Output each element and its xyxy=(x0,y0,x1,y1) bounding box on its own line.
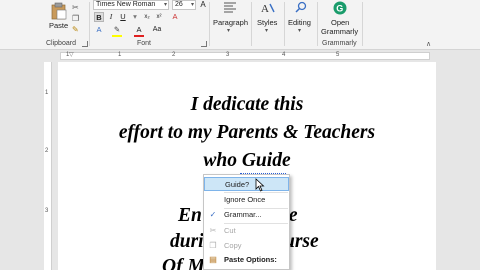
clear-formatting-icon[interactable]: A xyxy=(170,12,180,22)
chevron-down-icon: ▾ xyxy=(163,2,167,8)
open-grammarly-line1: Open xyxy=(331,18,350,27)
svg-text:G: G xyxy=(336,3,343,13)
highlight-color-bar xyxy=(112,35,122,37)
clipboard-group-label: Clipboard xyxy=(46,40,76,47)
grow-font-button[interactable]: A xyxy=(198,0,208,10)
divider xyxy=(284,2,285,46)
paragraph-button[interactable]: Paragraph ▾ xyxy=(212,0,248,38)
doc-line-5b: urse xyxy=(284,231,319,252)
format-painter-icon[interactable]: ✎ xyxy=(72,25,79,34)
ruler-number: 1 xyxy=(118,52,122,58)
font-name-value: Times New Roman xyxy=(96,1,156,8)
italic-button[interactable]: I xyxy=(106,12,116,22)
indent-marker-icon[interactable]: ▽ xyxy=(69,51,74,58)
font-name-combo[interactable]: Times New Roman ▾ xyxy=(93,0,169,10)
divider xyxy=(209,2,210,46)
paragraph-label: Paragraph xyxy=(213,18,249,27)
ruler-number: 3 xyxy=(45,208,49,214)
chevron-down-icon: ▾ xyxy=(227,28,231,34)
divider xyxy=(89,2,90,46)
copy-item[interactable]: ❐ Copy xyxy=(204,239,289,253)
styles-button[interactable]: A Styles ▾ xyxy=(254,0,282,38)
ruler-number: 4 xyxy=(282,52,286,58)
paragraph-icon xyxy=(224,2,236,13)
vertical-ruler[interactable]: 1 2 3 xyxy=(44,62,52,270)
font-size-combo[interactable]: 26 ▾ xyxy=(172,0,196,10)
change-case-icon[interactable]: Aa xyxy=(152,25,162,35)
grammarly-icon: G xyxy=(333,1,347,15)
grammarly-group-label: Grammarly xyxy=(322,40,357,47)
suggestion-item[interactable]: Guide? xyxy=(204,177,289,191)
ruler-number: 5 xyxy=(336,52,340,58)
cut-label: Cut xyxy=(224,226,236,235)
clipboard-launcher-icon[interactable] xyxy=(82,41,88,47)
ruler-number: 2 xyxy=(172,52,176,58)
ruler-number: 2 xyxy=(45,148,49,154)
chevron-down-icon: ▾ xyxy=(298,28,302,34)
paste-icon: ▤ xyxy=(209,255,217,264)
svg-text:A: A xyxy=(261,3,269,15)
suggestion-label: Guide? xyxy=(225,180,250,189)
clipboard-icon xyxy=(51,2,67,20)
open-grammarly-button[interactable]: G Open Grammarly xyxy=(320,0,360,38)
paste-options-item: ▤ Paste Options: xyxy=(204,253,289,267)
divider xyxy=(362,2,363,46)
divider xyxy=(317,2,318,46)
ignore-once-item[interactable]: Ignore Once xyxy=(204,193,289,207)
copy-icon[interactable]: ❐ xyxy=(72,14,79,23)
highlight-icon[interactable]: ✎ xyxy=(112,25,122,35)
ribbon: Paste ✂ ❐ ✎ Clipboard Times New Roman ▾ … xyxy=(0,0,480,50)
open-grammarly-line2: Grammarly xyxy=(321,27,359,36)
chevron-down-icon: ▾ xyxy=(265,28,269,34)
font-color-bar xyxy=(134,35,144,37)
editing-button[interactable]: Editing ▾ xyxy=(287,0,315,38)
grammar-item[interactable]: ✓ Grammar... xyxy=(204,208,289,222)
doc-line-1: I dedicate this xyxy=(190,94,304,115)
grammar-check-icon: ✓ xyxy=(209,210,217,219)
doc-line-3: who Guide xyxy=(203,150,291,171)
grammar-label: Grammar... xyxy=(224,210,262,219)
chevron-down-icon: ▾ xyxy=(190,2,194,8)
cut-icon[interactable]: ✂ xyxy=(72,3,79,12)
paste-label: Paste xyxy=(49,21,69,30)
font-size-value: 26 xyxy=(175,1,183,8)
font-color-icon[interactable]: A xyxy=(134,25,144,35)
ruler-number: 1 xyxy=(45,90,49,96)
superscript-icon[interactable]: x² xyxy=(154,12,164,22)
font-group-label: Font xyxy=(137,40,152,47)
collapse-ribbon-icon[interactable]: ∧ xyxy=(426,40,431,48)
find-icon xyxy=(295,1,307,13)
scissors-icon: ✂ xyxy=(209,226,217,235)
doc-line-2: effort to my Parents & Teachers xyxy=(118,122,376,143)
cut-item[interactable]: ✂ Cut xyxy=(204,224,289,238)
word-window: Paste ✂ ❐ ✎ Clipboard Times New Roman ▾ … xyxy=(0,0,480,270)
subscript-icon[interactable]: x₂ xyxy=(142,12,152,22)
divider xyxy=(251,2,252,46)
horizontal-ruler[interactable]: 1 1 2 3 4 5 ▽ xyxy=(0,51,480,61)
scrollbar-area[interactable] xyxy=(438,62,480,270)
editing-label: Editing xyxy=(288,18,311,27)
font-launcher-icon[interactable] xyxy=(201,41,207,47)
styles-label: Styles xyxy=(257,18,278,27)
copy-label: Copy xyxy=(224,241,242,250)
paste-options-label: Paste Options: xyxy=(224,255,277,264)
bold-button[interactable]: B xyxy=(94,12,104,22)
ruler-number: 3 xyxy=(226,52,230,58)
ruler-track xyxy=(60,52,430,60)
styles-icon: A xyxy=(261,3,275,15)
underline-button[interactable]: U xyxy=(118,12,128,22)
ignore-once-label: Ignore Once xyxy=(224,195,266,204)
mouse-cursor-icon xyxy=(255,178,265,192)
strikethrough-button[interactable]: ▾ xyxy=(130,12,140,22)
copy-icon: ❐ xyxy=(209,241,217,250)
context-menu: Guide? Ignore Once ✓ Grammar... ✂ Cut ❐ … xyxy=(203,174,290,270)
paste-button[interactable]: Paste xyxy=(48,1,70,33)
text-effects-icon[interactable]: A xyxy=(94,25,104,35)
